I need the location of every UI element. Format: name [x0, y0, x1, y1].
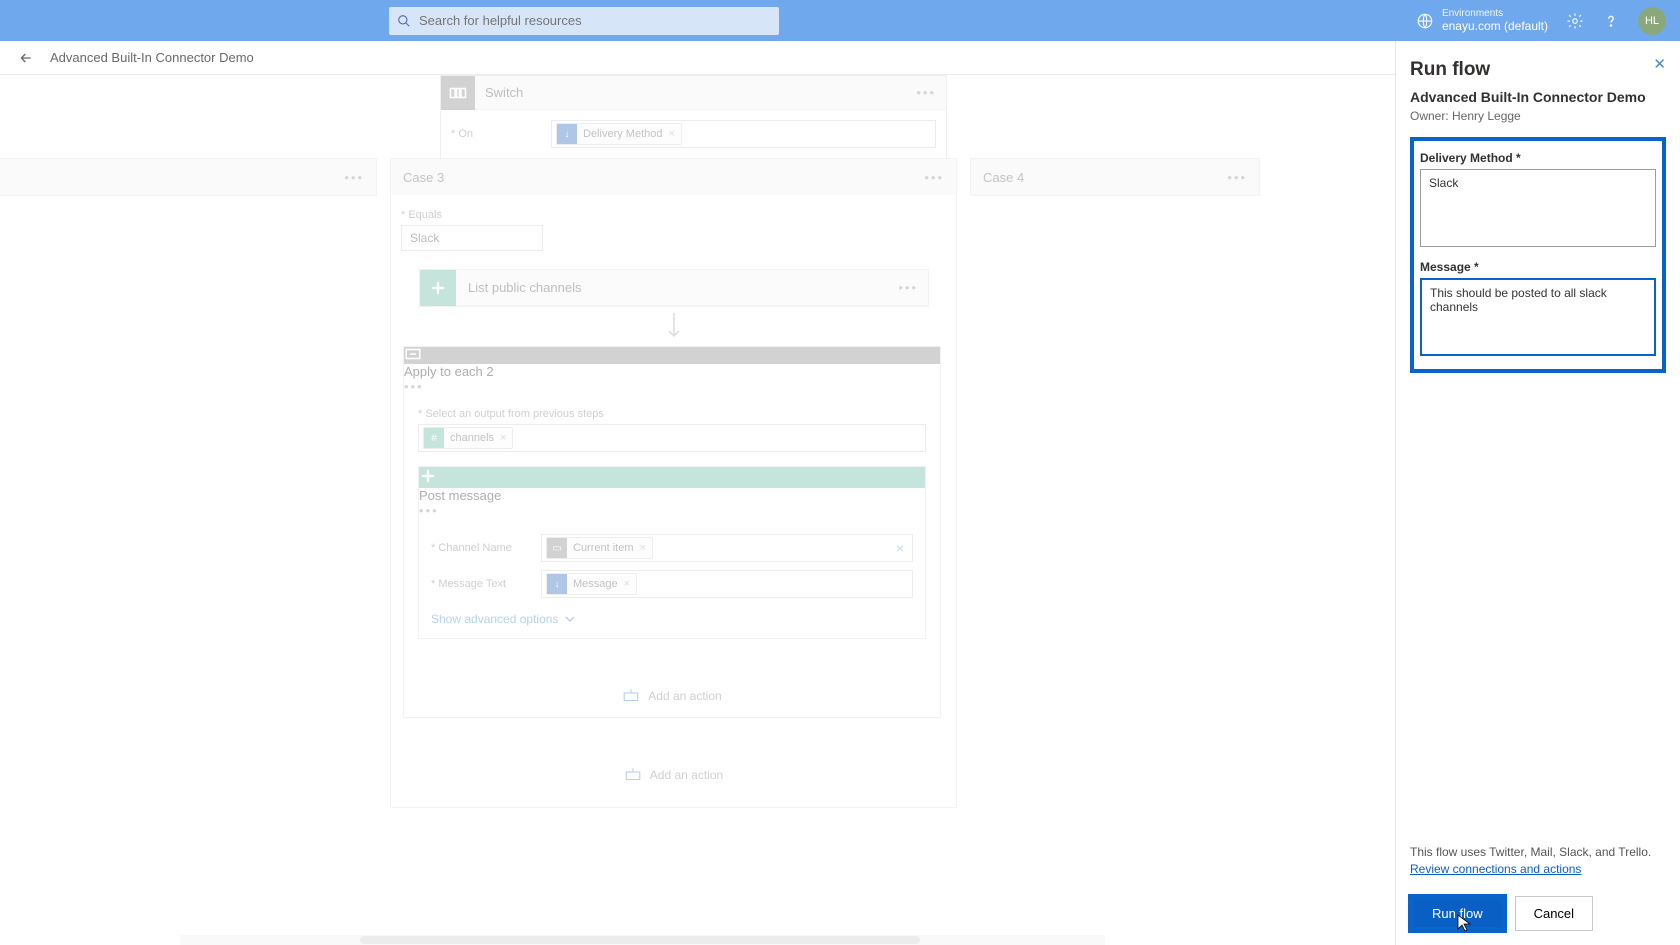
case-2-card[interactable]: •••	[0, 158, 377, 196]
show-advanced-link[interactable]: Show advanced options	[431, 612, 913, 626]
panel-subtitle: Advanced Built-In Connector Demo	[1410, 89, 1666, 105]
switch-on-input[interactable]: ↓ Delivery Method ×	[551, 120, 936, 148]
equals-label: Equals	[401, 209, 946, 221]
run-flow-form: Delivery Method * Message *	[1410, 137, 1666, 373]
token-icon: ↓	[557, 124, 577, 144]
token-remove[interactable]: ×	[640, 542, 646, 554]
case-4-title: Case 4	[983, 170, 1024, 185]
chevron-down-icon	[564, 614, 576, 624]
channels-token[interactable]: # channels ×	[423, 427, 513, 449]
token-icon: ▭	[547, 538, 567, 558]
cancel-button[interactable]: Cancel	[1515, 896, 1593, 931]
add-action-outer[interactable]: Add an action	[401, 768, 946, 782]
post-message-menu[interactable]: •••	[419, 503, 925, 518]
case-4-menu[interactable]: •••	[1227, 170, 1247, 185]
message-text-label: Message Text	[431, 578, 531, 590]
list-channels-action[interactable]: List public channels •••	[419, 269, 929, 307]
switch-title: Switch	[485, 85, 906, 100]
select-output-input[interactable]: # channels ×	[418, 424, 926, 452]
switch-on-label: On	[451, 128, 541, 140]
select-output-label: Select an output from previous steps	[418, 408, 926, 420]
delivery-method-token[interactable]: ↓ Delivery Method ×	[556, 123, 682, 145]
message-text-input[interactable]: ↓ Message ×	[541, 570, 913, 598]
settings-icon[interactable]	[1566, 12, 1584, 30]
flow-canvas[interactable]: Switch ••• On ↓ Delivery Method × ••• Ca…	[0, 75, 1395, 945]
apply-to-each-action[interactable]: Apply to each 2 ••• Select an output fro…	[403, 346, 941, 718]
equals-input[interactable]: Slack	[401, 225, 543, 251]
message-input[interactable]	[1420, 278, 1656, 356]
case-2-menu[interactable]: •••	[344, 170, 364, 185]
case-4-card[interactable]: Case 4 •••	[970, 158, 1260, 196]
delivery-method-label: Delivery Method *	[1420, 151, 1656, 165]
flow-arrow	[419, 313, 929, 344]
global-search[interactable]	[389, 7, 779, 35]
switch-menu[interactable]: •••	[916, 85, 936, 100]
slack-icon	[419, 467, 925, 488]
slack-icon	[420, 270, 456, 306]
token-remove[interactable]: ×	[500, 432, 506, 444]
run-flow-button[interactable]: Run flow	[1410, 896, 1505, 931]
review-connections-link[interactable]: Review connections and actions	[1410, 862, 1581, 876]
channel-name-input[interactable]: ▭ Current item × ×	[541, 534, 913, 562]
switch-icon	[441, 76, 475, 110]
panel-owner: Owner: Henry Legge	[1410, 109, 1666, 123]
switch-card[interactable]: Switch ••• On ↓ Delivery Method ×	[440, 75, 947, 163]
token-remove[interactable]: ×	[624, 578, 630, 590]
case-3-card[interactable]: Case 3 ••• Equals Slack List public chan…	[390, 158, 957, 808]
environment-icon	[1416, 12, 1434, 30]
top-bar: Environments enayu.com (default) HL	[0, 0, 1680, 41]
search-icon	[397, 14, 411, 28]
help-icon[interactable]	[1602, 12, 1620, 30]
apply-each-menu[interactable]: •••	[404, 379, 940, 394]
clear-input-icon[interactable]: ×	[896, 540, 904, 556]
connections-note: This flow uses Twitter, Mail, Slack, and…	[1410, 845, 1666, 859]
message-label: Message *	[1420, 260, 1656, 274]
close-panel-icon[interactable]: ✕	[1653, 55, 1666, 73]
environment-value: enayu.com (default)	[1442, 19, 1548, 33]
user-avatar[interactable]: HL	[1638, 7, 1666, 35]
breadcrumb-title: Advanced Built-In Connector Demo	[50, 50, 254, 65]
post-message-title: Post message	[419, 488, 925, 503]
token-remove[interactable]: ×	[668, 128, 674, 140]
add-action-inner[interactable]: Add an action	[418, 689, 926, 703]
token-icon: ↓	[547, 574, 567, 594]
current-item-token[interactable]: ▭ Current item ×	[546, 537, 653, 559]
message-token[interactable]: ↓ Message ×	[546, 573, 637, 595]
case-3-menu[interactable]: •••	[924, 170, 944, 185]
token-icon: #	[424, 428, 444, 448]
delivery-method-input[interactable]	[1420, 169, 1656, 247]
environment-label: Environments	[1442, 8, 1548, 19]
loop-icon	[404, 347, 940, 364]
case-3-title: Case 3	[403, 170, 444, 185]
search-input[interactable]	[419, 13, 771, 28]
back-icon[interactable]	[18, 50, 34, 66]
run-flow-panel: ✕ Run flow Advanced Built-In Connector D…	[1395, 41, 1680, 945]
environment-picker[interactable]: Environments enayu.com (default)	[1416, 8, 1548, 33]
list-channels-menu[interactable]: •••	[898, 280, 918, 295]
horizontal-scrollbar[interactable]	[180, 935, 1105, 945]
apply-each-title: Apply to each 2	[404, 364, 940, 379]
channel-name-label: Channel Name	[431, 542, 531, 554]
post-message-action[interactable]: Post message ••• Channel Name ▭ Current …	[418, 466, 926, 639]
list-channels-title: List public channels	[456, 280, 898, 295]
panel-title: Run flow	[1410, 59, 1666, 81]
